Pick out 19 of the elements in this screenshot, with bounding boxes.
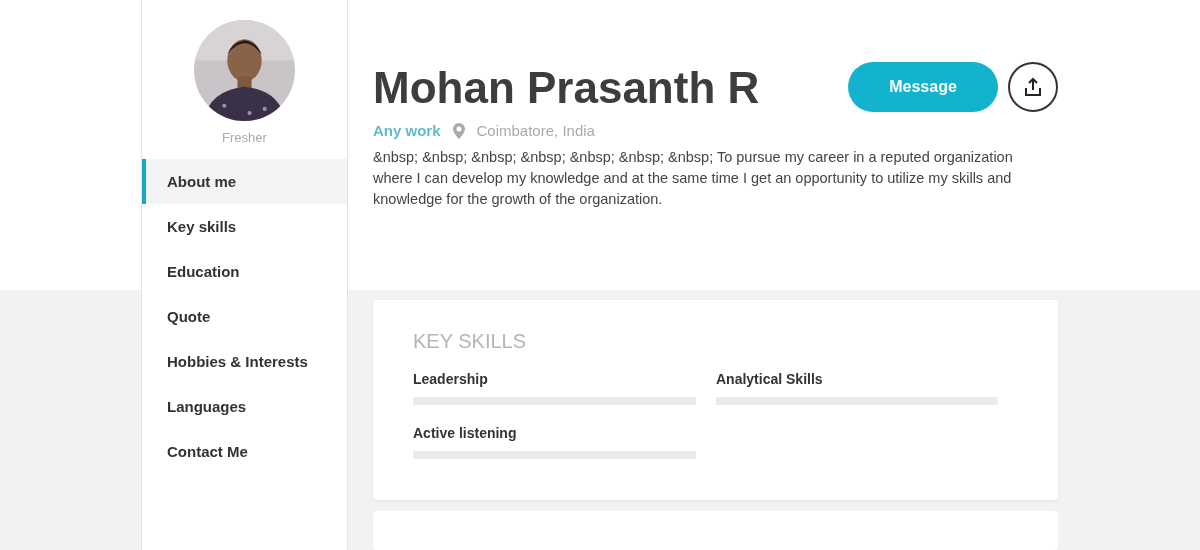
share-icon	[1023, 77, 1043, 97]
job-type: Any work	[373, 122, 441, 139]
sidebar-item[interactable]: Contact Me	[142, 429, 347, 474]
profile-name: Mohan Prasanth R	[373, 62, 761, 114]
card-title: KEY SKILLS	[413, 329, 528, 353]
sidebar-item[interactable]: Hobbies & Interests	[142, 339, 347, 384]
summary-paragraph: &nbsp; &nbsp; &nbsp; &nbsp; &nbsp; &nbsp; &nbsp; To pursue my career in a reputed organization where I can develop my knowledge and at the same time I get an opportunity to utilize my skills and knowledge for the growth of the organization.	[373, 148, 1014, 209]
share-button[interactable]	[1008, 62, 1058, 112]
sidebar-item[interactable]: Quote	[142, 294, 347, 339]
skill-name: Active listening	[413, 424, 518, 441]
sidebar-item[interactable]: About me	[142, 159, 347, 204]
status-label: Fresher	[222, 130, 267, 145]
skill-name: Analytical Skills	[716, 370, 824, 387]
location-pin-icon	[452, 122, 465, 139]
sidebar-item[interactable]: Languages	[142, 384, 347, 429]
location-text: Coimbatore, India	[476, 122, 595, 139]
sidebar-item[interactable]: Education	[142, 249, 347, 294]
sidebar-item[interactable]: Key skills	[142, 204, 347, 249]
skill-name: Leadership	[413, 370, 489, 387]
